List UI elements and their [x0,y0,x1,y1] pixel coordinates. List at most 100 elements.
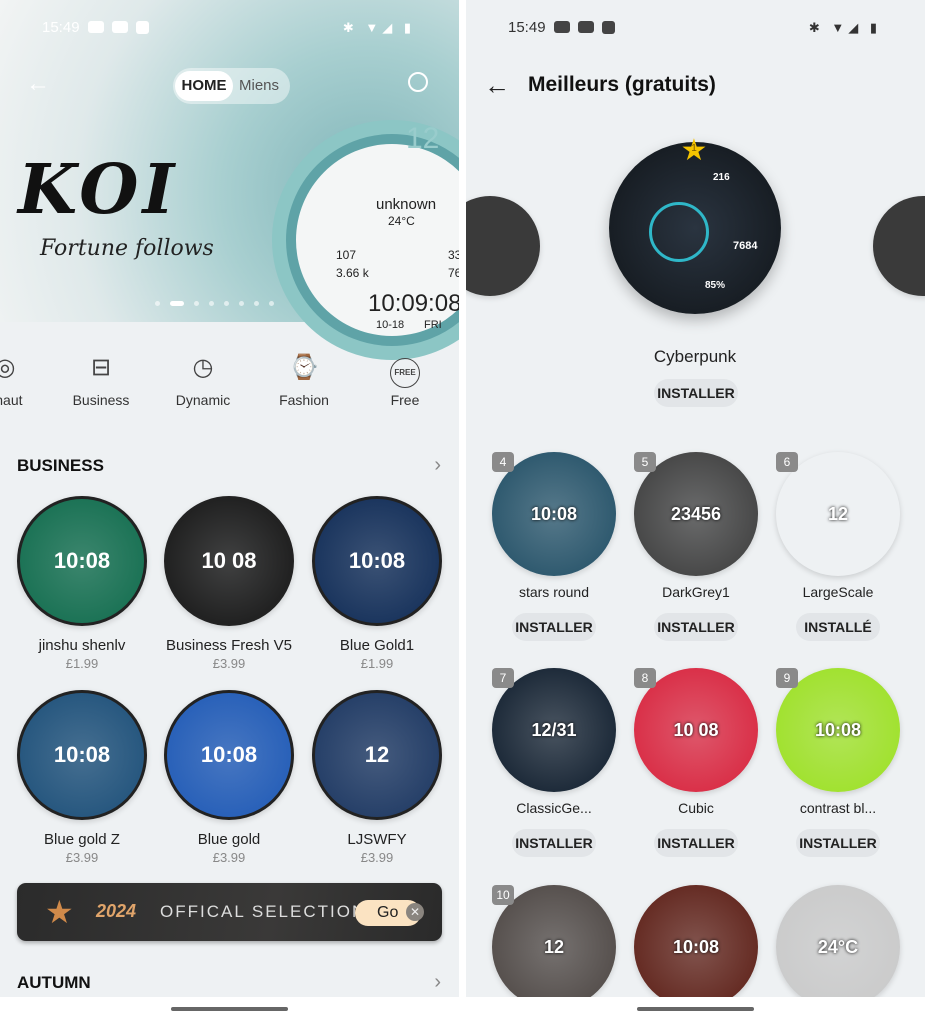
linkedin-icon [136,21,149,34]
rank-badge: 6 [776,452,798,472]
watch-name[interactable]: stars round [479,584,629,600]
watch-face-text: 10:08 [672,936,720,957]
watch-name[interactable]: Business Fresh V5 [154,637,304,654]
watch-price: £3.99 [360,850,394,865]
system-icons: ✱ ▼◢ ▮ [808,20,881,35]
stat-text: 85% [705,280,726,291]
back-arrow-icon[interactable]: ← [26,70,50,98]
promo-text: OFFICAL SELECTION [160,902,367,921]
briefcase-icon: ⊟ [90,354,112,381]
clock-motion-icon: ◷ [192,354,214,381]
watch-face[interactable]: 10:08 [17,496,147,626]
category-label: Free [390,392,420,408]
watch-face-time: 10:08 [53,548,111,573]
featured-watch-face[interactable]: 216 7684 85% [609,142,781,314]
watch-face[interactable]: 10 08 [164,496,294,626]
watch-price: £3.99 [212,850,246,865]
category-astronaut[interactable]: ◎ onaut [0,350,50,408]
banner-subtitle: Fortune follows [40,236,214,261]
section-title-business: BUSINESS [17,456,104,475]
close-icon[interactable]: ✕ [406,903,424,921]
tab-miens[interactable]: Miens [239,68,279,104]
youtube-icon [554,21,570,33]
featured-banner[interactable]: KOI Fortune follows unknown 24°C 107 3.6… [0,0,459,360]
watch-face-time: 10:08 [53,742,111,767]
watch-price: £1.99 [65,656,99,671]
watch-name[interactable]: Blue gold [154,831,304,848]
tab-home[interactable]: HOME [175,71,233,101]
watch-face-text: 12 [543,936,565,957]
stat-text: 338 [448,248,459,262]
watch-name[interactable]: jinshu shenlv [7,637,157,654]
stat-text: 216 [713,172,730,183]
install-button[interactable]: INSTALLER [654,613,738,641]
status-time: 15:49 [42,19,80,36]
gesture-bar [466,997,925,1024]
category-label: Business [72,392,130,408]
watch-name[interactable]: DarkGrey1 [621,584,771,600]
category-dynamic[interactable]: ◷ Dynamic [158,350,248,408]
watch-face-text: 12/31 [531,719,577,740]
category-label: Fashion [279,392,329,408]
category-free[interactable]: FREE Free [360,350,450,408]
watch-name[interactable]: Blue Gold1 [302,637,452,654]
category-fashion[interactable]: ⌚ Fashion [259,350,349,408]
install-button[interactable]: INSTALLER [654,379,738,407]
chevron-right-icon[interactable]: › [434,454,441,477]
star-icon: ★ [45,894,74,930]
status-bar: 15:49 ✱ ▼◢ ▮ [466,18,925,38]
back-arrow-icon[interactable]: ← [484,70,510,101]
watch-face-next[interactable] [873,196,925,296]
install-button[interactable]: INSTALLER [512,613,596,641]
featured-name: Cyberpunk [653,347,737,366]
tab-switcher: HOME Miens [173,68,290,104]
watch-face-text: 12 [827,503,849,524]
watch-face-prev[interactable] [466,196,540,296]
watch-price: £3.99 [65,850,99,865]
temp-text: 24°C [388,214,415,228]
watch-face[interactable]: 12 [312,690,442,820]
home-handle[interactable] [637,1007,754,1011]
watch-face[interactable]: 10:08 [17,690,147,820]
numeral: 12 [406,122,440,155]
youtube-icon [88,21,104,33]
watch-face-time: 10:08 [348,548,406,573]
home-screen: KOI Fortune follows unknown 24°C 107 3.6… [0,0,459,1024]
page-title: Meilleurs (gratuits) [528,73,716,96]
weather-text: unknown [376,196,437,213]
install-button[interactable]: INSTALLER [654,829,738,857]
watch-face[interactable]: 10:08 [634,885,758,1009]
watch-name[interactable]: Cubic [621,800,771,816]
watch-name[interactable]: ClassicGe... [479,800,629,816]
watch-name[interactable]: LargeScale [763,584,913,600]
search-icon[interactable] [408,72,428,92]
chevron-right-icon[interactable]: › [434,971,441,994]
category-label: onaut [0,392,23,408]
dial-ring [649,202,709,262]
rank-badge: 10 [492,885,514,905]
watch-face[interactable]: 10:08 [312,496,442,626]
watch-name[interactable]: contrast bl... [763,800,913,816]
rank-badge: 9 [776,668,798,688]
watch-face-time: 10 08 [201,548,257,573]
watch-name[interactable]: Blue gold Z [7,831,157,848]
watch-face[interactable]: 24°C [776,885,900,1009]
banner-title: KOI [18,150,179,230]
status-bar: 15:49 ✱ ▼◢ ▮ [0,18,459,38]
watch-face-text: 24°C [817,936,859,957]
watch-price: £3.99 [212,656,246,671]
watch-name[interactable]: LJSWFY [302,831,452,848]
watch-face-time: 10:08 [200,742,258,767]
rank-badge: 7 [492,668,514,688]
watch-face-time: 12 [364,742,390,767]
watch-face[interactable]: 10:08 [164,690,294,820]
free-icon: FREE [360,350,450,388]
category-business[interactable]: ⊟ Business [56,350,146,408]
home-handle[interactable] [171,1007,288,1011]
install-button[interactable]: INSTALLER [796,829,880,857]
install-button[interactable]: INSTALLER [512,829,596,857]
install-button[interactable]: INSTALLÉ [796,613,880,641]
official-selection-banner[interactable]: ★ 2024 OFFICAL SELECTION Go ✕ [17,883,442,941]
category-label: Dynamic [175,392,231,408]
stat-text: 7655 [448,266,459,280]
